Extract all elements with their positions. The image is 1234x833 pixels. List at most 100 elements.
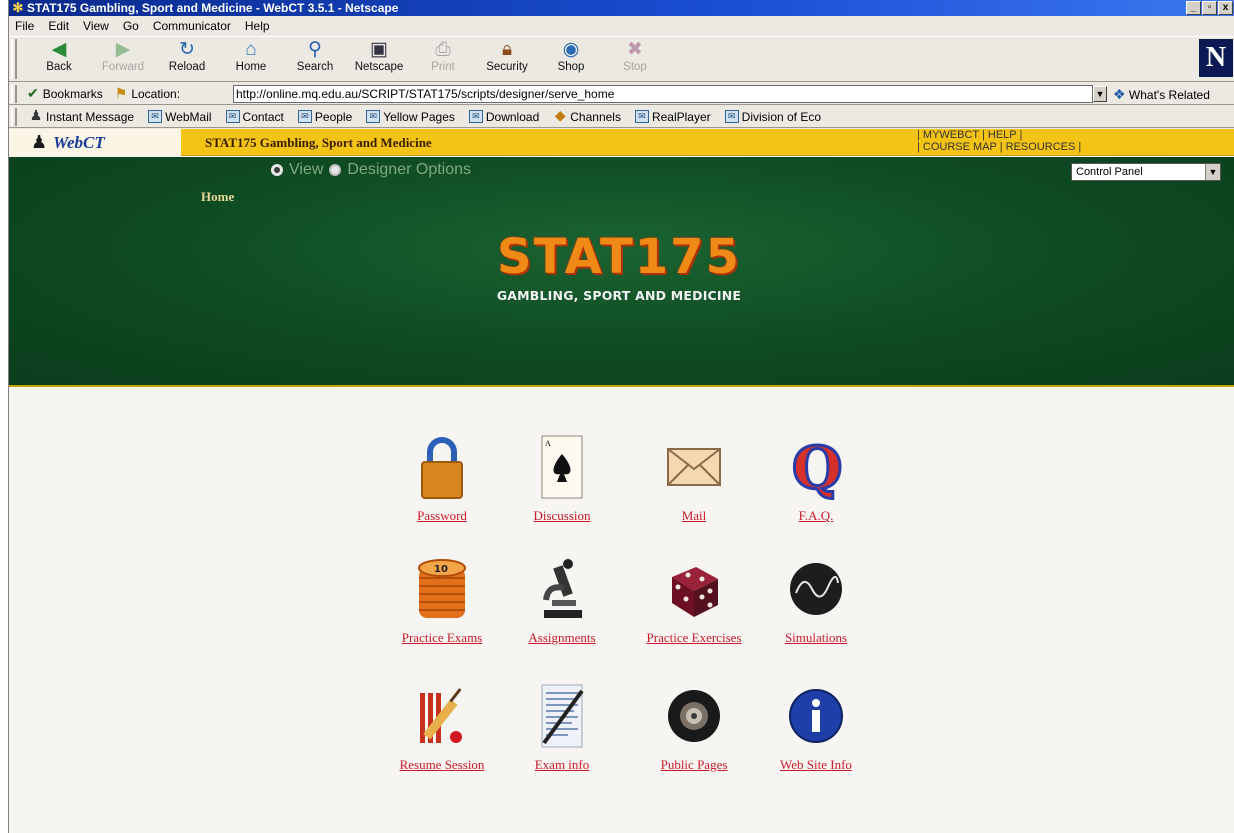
netscape-logo[interactable]: N — [1199, 39, 1233, 77]
menu-communicator[interactable]: Communicator — [151, 19, 233, 33]
netscape-app-icon: ✻ — [12, 0, 24, 15]
tool-faq[interactable]: Q F.A.Q. — [751, 434, 881, 524]
tool-label[interactable]: Exam info — [535, 757, 590, 773]
menu-go[interactable]: Go — [121, 19, 141, 33]
svg-text:10: 10 — [434, 564, 448, 575]
url-dropdown-button[interactable]: ▼ — [1093, 86, 1107, 102]
svg-text:Q: Q — [792, 434, 843, 500]
view-mode-selector: View Designer Options — [271, 161, 471, 179]
top-links-row-1[interactable]: | MYWEBCT | HELP | — [917, 129, 1081, 141]
tool-public-pages[interactable]: Public Pages — [629, 683, 759, 773]
division-of-eco-link[interactable]: ✉ Division of Eco — [724, 110, 821, 124]
security-label: Security — [486, 61, 528, 73]
search-button[interactable]: ⚲ Search — [283, 37, 347, 81]
control-panel-select[interactable]: Control Panel ▼ — [1071, 163, 1221, 181]
whats-related-icon: ❖ — [1113, 86, 1126, 102]
instant-message-link[interactable]: ♟ Instant Message — [29, 108, 134, 124]
toolbar-grip[interactable] — [11, 39, 17, 79]
security-button[interactable]: 🔒︎ Security — [475, 37, 539, 81]
top-links: | MYWEBCT | HELP | | COURSE MAP | RESOUR… — [917, 129, 1081, 153]
maximize-button[interactable]: ▫ — [1202, 1, 1217, 15]
menu-view[interactable]: View — [81, 19, 111, 33]
yellow-pages-link[interactable]: ✉ Yellow Pages — [366, 110, 455, 124]
webct-header: ♟ WebCT STAT175 Gambling, Sport and Medi… — [9, 129, 1234, 156]
tool-label[interactable]: Resume Session — [400, 757, 485, 773]
chevron-down-icon: ▼ — [1205, 164, 1220, 180]
netscape-icon: ▣ — [370, 39, 388, 60]
tool-practice-exercises[interactable]: Practice Exercises — [629, 556, 759, 646]
page-content: ♟ WebCT STAT175 Gambling, Sport and Medi… — [9, 129, 1234, 833]
tool-assignments[interactable]: Assignments — [497, 556, 627, 646]
tool-label[interactable]: Discussion — [533, 508, 590, 524]
bookmarks-button[interactable]: Bookmarks — [43, 87, 103, 101]
back-icon: ◀ — [51, 39, 67, 60]
reload-label: Reload — [168, 61, 206, 73]
tool-label[interactable]: Practice Exercises — [647, 630, 742, 646]
tool-label[interactable]: Public Pages — [661, 757, 728, 773]
forward-label: Forward — [101, 61, 145, 73]
padlock-icon — [412, 434, 472, 500]
webct-logo[interactable]: ♟ WebCT — [9, 129, 181, 156]
location-grip[interactable] — [11, 85, 17, 103]
tool-label[interactable]: Assignments — [528, 630, 595, 646]
bookmark-icon: ✉ — [148, 110, 163, 123]
tool-resume-session[interactable]: Resume Session — [377, 683, 507, 773]
top-links-row-2[interactable]: | COURSE MAP | RESOURCES | — [917, 141, 1081, 153]
view-radio[interactable] — [271, 164, 283, 176]
menu-file[interactable]: File — [13, 19, 36, 33]
navigation-toolbar: ◀ Back ▶ Forward ↻ Reload ⌂ Home ⚲ Search ▣ Ne… — [9, 36, 1234, 82]
netscape-label: Netscape — [354, 61, 404, 73]
tool-label[interactable]: F.A.Q. — [799, 508, 834, 524]
channels-link[interactable]: ◆ Channels — [553, 108, 621, 124]
designer-options-radio[interactable] — [329, 164, 342, 176]
whats-related-label: What's Related — [1128, 88, 1210, 102]
tool-label[interactable]: Mail — [682, 508, 707, 524]
search-icon: ⚲ — [308, 39, 322, 60]
stop-button[interactable]: ✖ Stop — [603, 37, 667, 81]
shop-button[interactable]: ◉ Shop — [539, 37, 603, 81]
back-label: Back — [46, 61, 72, 73]
course-banner: View Designer Options Control Panel ▼ Ho… — [9, 157, 1234, 387]
netscape-button[interactable]: ▣ Netscape — [347, 37, 411, 81]
course-title: STAT175 Gambling, Sport and Medicine — [205, 135, 432, 150]
whats-related-button[interactable]: ❖ What's Related — [1113, 86, 1210, 103]
minimize-button[interactable]: _ — [1186, 1, 1201, 15]
reload-icon: ↻ — [179, 39, 195, 60]
menu-help[interactable]: Help — [243, 19, 272, 33]
bookmark-icon: ✉ — [724, 110, 739, 123]
back-button[interactable]: ◀ Back — [27, 37, 91, 81]
tool-password[interactable]: Password — [377, 434, 507, 524]
people-link[interactable]: ✉ People — [297, 110, 352, 124]
menu-edit[interactable]: Edit — [46, 19, 71, 33]
tool-mail[interactable]: Mail — [629, 434, 759, 524]
home-button[interactable]: ⌂ Home — [219, 37, 283, 81]
tool-exam-info[interactable]: Exam info — [497, 683, 627, 773]
print-button[interactable]: ⎙ Print — [411, 37, 475, 81]
tool-practice-exams[interactable]: 10 Practice Exams — [377, 556, 507, 646]
tool-discussion[interactable]: A Discussion — [497, 434, 627, 524]
realplayer-link[interactable]: ✉ RealPlayer — [634, 109, 711, 124]
location-toolbar: ✔ Bookmarks ⚑ Location: http://online.mq… — [9, 83, 1234, 105]
webmail-link[interactable]: ✉ WebMail — [148, 110, 212, 124]
close-button[interactable]: x — [1218, 1, 1233, 15]
view-label: View — [289, 161, 324, 178]
download-link[interactable]: ✉ Download — [468, 110, 539, 124]
url-field[interactable]: http://online.mq.edu.au/SCRIPT/STAT175/s… — [233, 85, 1093, 103]
tool-label[interactable]: Simulations — [785, 630, 847, 646]
personal-grip[interactable] — [11, 108, 17, 126]
tool-label[interactable]: Web Site Info — [780, 757, 852, 773]
tool-label[interactable]: Practice Exams — [402, 630, 483, 646]
tool-web-site-info[interactable]: Web Site Info — [751, 683, 881, 773]
channels-label: Channels — [570, 109, 621, 124]
reload-button[interactable]: ↻ Reload — [155, 37, 219, 81]
tool-label[interactable]: Password — [417, 508, 467, 524]
print-label: Print — [431, 61, 455, 73]
webct-logo-text: WebCT — [53, 132, 105, 152]
bookmark-icon: ✉ — [297, 110, 312, 123]
security-icon: 🔒︎ — [501, 39, 513, 60]
realplayer-label: RealPlayer — [651, 109, 711, 124]
tool-simulations[interactable]: Simulations — [751, 556, 881, 646]
breadcrumb: Home — [201, 189, 235, 204]
forward-button[interactable]: ▶ Forward — [91, 37, 155, 81]
contact-link[interactable]: ✉ Contact — [225, 110, 284, 124]
